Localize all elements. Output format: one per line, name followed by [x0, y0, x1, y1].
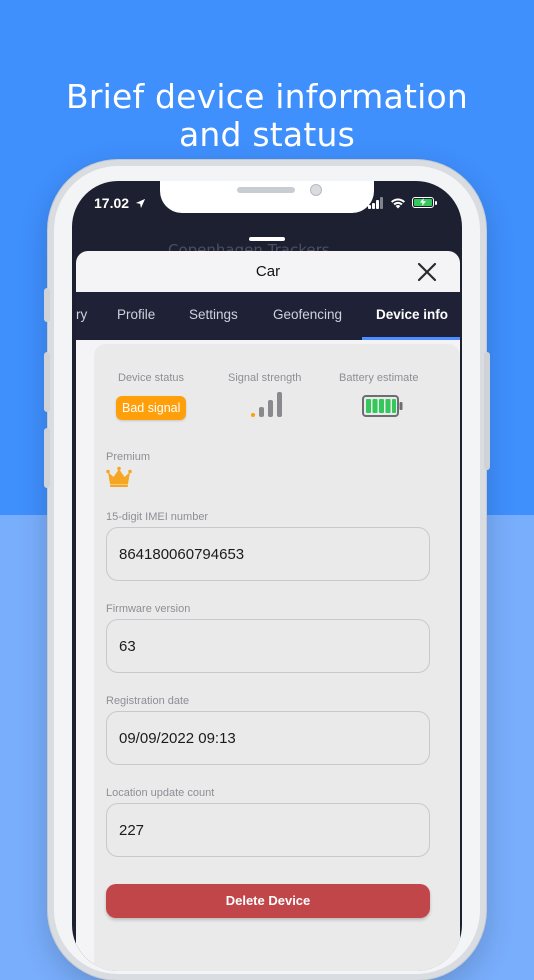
imei-field[interactable]: 864180060794653 — [106, 527, 430, 581]
phone-volume-up — [44, 352, 50, 412]
device-info-card: Device status Bad signal Signal strength… — [94, 344, 460, 971]
premium-label: Premium — [106, 451, 151, 463]
registration-date-label: Registration date — [106, 695, 190, 707]
signal-strength-icon — [251, 392, 282, 417]
headline: Brief device information and status — [0, 78, 534, 154]
phone-volume-down — [44, 428, 50, 488]
sheet-title: Car — [255, 263, 281, 280]
battery-charging-icon — [412, 197, 437, 208]
battery-estimate-label: Battery estimate — [339, 372, 419, 384]
tab-settings[interactable]: Settings — [189, 292, 238, 340]
device-status-badge: Bad signal — [116, 396, 187, 420]
tab-bar: ry Profile Settings Geofencing Device in… — [76, 292, 460, 340]
device-sheet: Car ry Profile Settings Geofencing Devic… — [76, 251, 460, 971]
phone-notch — [160, 181, 374, 213]
location-arrow-icon — [135, 198, 146, 209]
phone-power-button — [484, 352, 490, 470]
delete-device-button[interactable]: Delete Device — [106, 884, 430, 918]
firmware-field[interactable]: 63 — [106, 619, 430, 673]
firmware-label: Firmware version — [106, 603, 191, 615]
phone-screen: 17.02 Copenhagen Trackers Car ry Profile… — [72, 181, 462, 971]
headline-line-1: Brief device information — [66, 77, 468, 116]
location-count-field[interactable]: 227 — [106, 803, 430, 857]
status-bar-time: 17.02 — [94, 195, 146, 211]
imei-label: 15-digit IMEI number — [106, 511, 209, 523]
crown-icon — [106, 466, 132, 487]
tab-device-info[interactable]: Device info — [362, 292, 460, 340]
wifi-icon — [391, 198, 405, 209]
cellular-signal-icon — [368, 197, 384, 209]
tab-history[interactable]: ry — [76, 292, 87, 340]
signal-strength-label: Signal strength — [228, 372, 302, 384]
phone-silent-switch — [44, 288, 50, 322]
device-status-value-wrap: Bad signal — [106, 352, 206, 432]
sheet-grabber[interactable] — [249, 237, 285, 241]
close-button[interactable] — [416, 261, 438, 283]
registration-date-field[interactable]: 09/09/2022 09:13 — [106, 711, 430, 765]
tab-geofencing[interactable]: Geofencing — [273, 292, 342, 340]
status-bar-icons — [364, 197, 444, 209]
close-icon — [417, 262, 437, 282]
phone-speaker — [237, 187, 295, 193]
phone-camera — [310, 184, 322, 196]
tab-profile[interactable]: Profile — [117, 292, 155, 340]
battery-full-icon — [362, 395, 403, 417]
location-count-label: Location update count — [106, 787, 215, 799]
headline-line-2: and status — [179, 115, 355, 154]
